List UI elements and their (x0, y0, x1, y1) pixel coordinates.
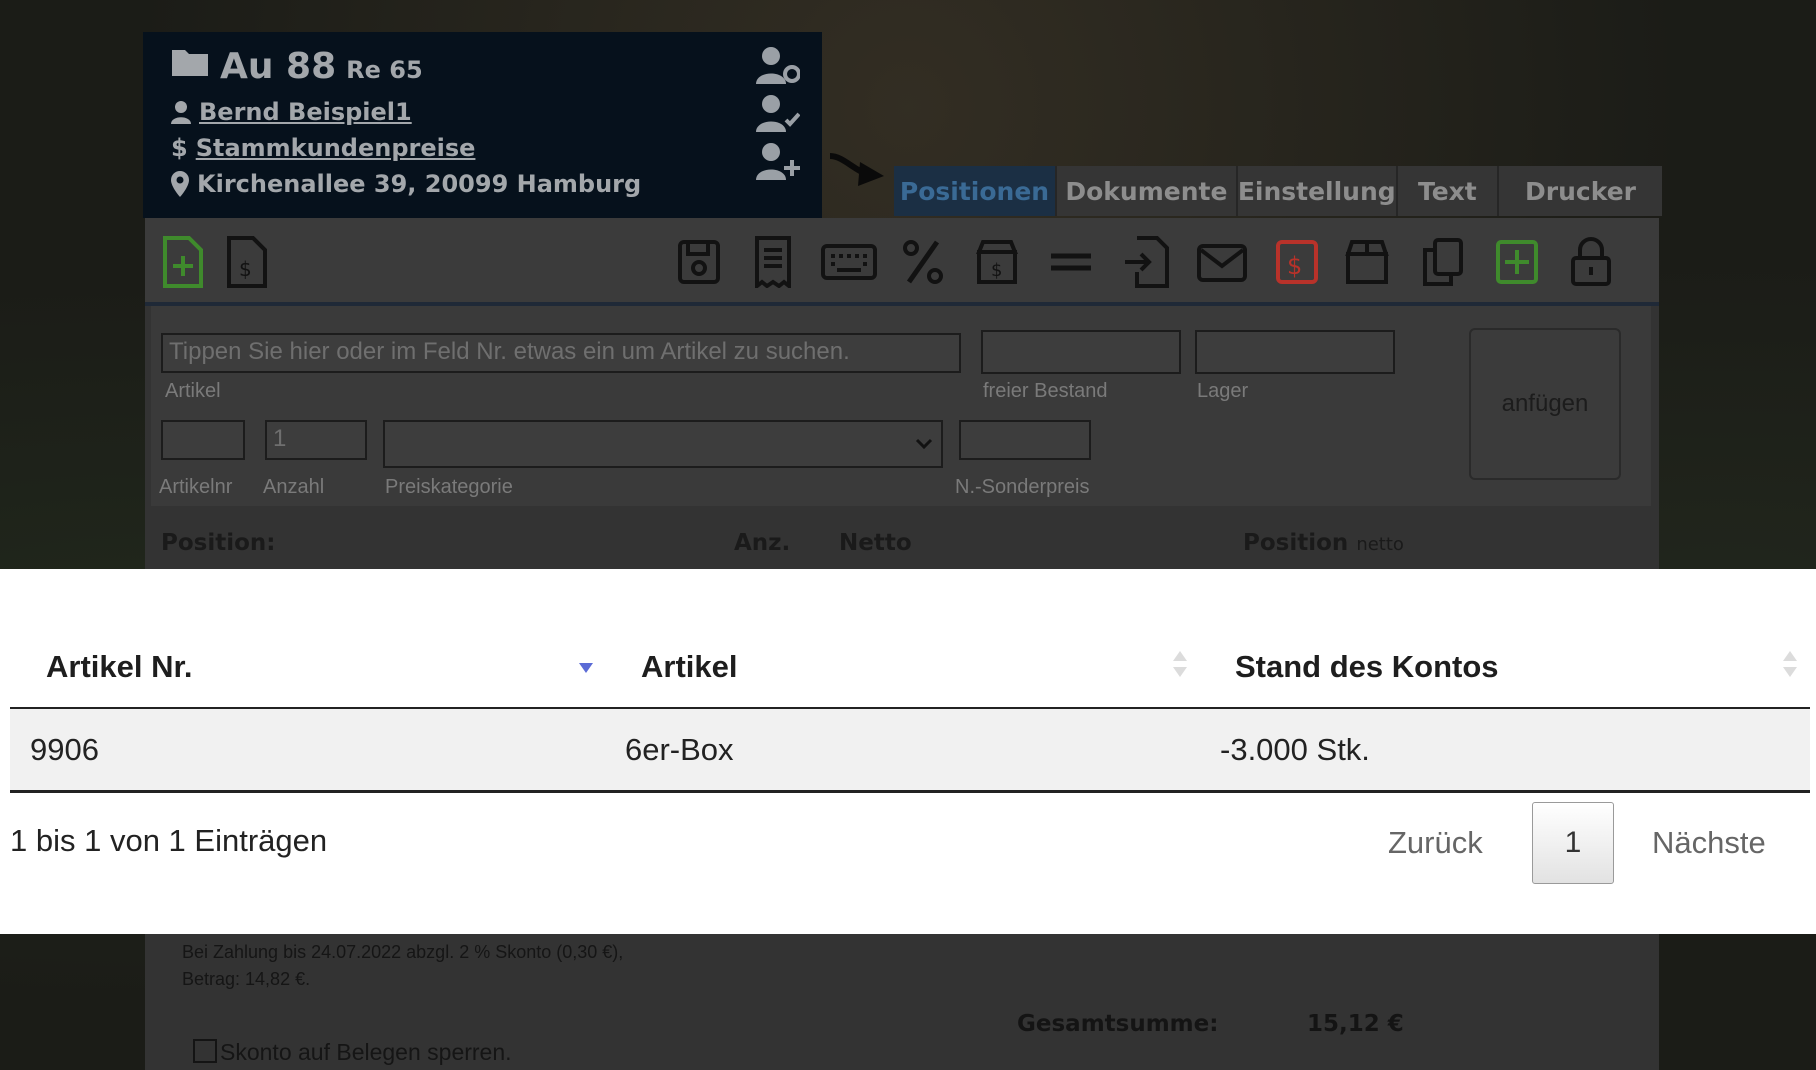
receipt-icon[interactable] (751, 236, 795, 288)
keyboard-icon[interactable] (821, 236, 877, 288)
total-label: Gesamtsumme: (1017, 1011, 1219, 1037)
special-price-label: N.-Sonderpreis (955, 476, 1090, 498)
dollar-box-icon[interactable]: $ (1275, 236, 1319, 288)
cell-article-number: 9906 (30, 732, 99, 767)
add-position-button[interactable]: anfügen (1469, 328, 1621, 480)
quantity-label: Anzahl (263, 476, 325, 498)
new-document-icon[interactable] (161, 236, 205, 288)
equals-icon[interactable] (1049, 236, 1093, 288)
table-info: 1 bis 1 von 1 Einträgen (10, 823, 328, 858)
user-settings-icon[interactable] (756, 46, 800, 84)
mail-icon[interactable] (1197, 236, 1247, 288)
quantity-column-header: Anz. (734, 530, 791, 556)
chevron-down-icon (915, 438, 933, 450)
warehouse-field[interactable] (1195, 330, 1395, 374)
address-row: Kirchenallee 39, 20099 Hamburg (171, 170, 641, 198)
document-number: Au 88 (220, 46, 337, 87)
tab-bar: Positionen Dokumente Einstellung Text Dr… (894, 166, 1662, 216)
article-lookup-table: Artikel Nr. Artikel Stand des Kontos 990… (0, 569, 1816, 934)
curved-arrow-icon (829, 153, 884, 186)
warehouse-label: Lager (1197, 380, 1249, 402)
special-price-input[interactable] (959, 420, 1091, 460)
add-square-icon[interactable] (1495, 236, 1539, 288)
invoice-document-icon[interactable]: $ (225, 236, 269, 288)
user-icon (171, 101, 191, 124)
cell-article: 6er-Box (625, 732, 734, 767)
sort-both-icon[interactable] (1781, 647, 1799, 681)
skonto-text-line2: Betrag: 14,82 €. (182, 969, 311, 989)
position-total-column-header: Position netto (1243, 530, 1404, 556)
price-group-row: $ Stammkundenpreise (171, 134, 475, 162)
price-category-select[interactable] (383, 420, 943, 468)
toolbar: $ $ $ (145, 218, 1659, 306)
customer-row: Bernd Beispiel1 (171, 98, 412, 126)
map-marker-icon (171, 171, 189, 197)
folder-icon (172, 50, 208, 76)
column-header-account-balance[interactable]: Stand des Kontos (1235, 649, 1499, 685)
svg-text:$: $ (991, 260, 1002, 281)
file-import-icon[interactable] (1125, 236, 1169, 288)
tab-drucker[interactable]: Drucker (1499, 166, 1662, 216)
percent-icon[interactable] (901, 236, 945, 288)
table-bottom-divider (10, 790, 1810, 793)
price-category-label: Preiskategorie (385, 476, 513, 498)
cell-account-balance: -3.000 Stk. (1220, 732, 1370, 767)
free-stock-field[interactable] (981, 330, 1181, 374)
svg-text:$: $ (1287, 252, 1302, 280)
tab-text[interactable]: Text (1398, 166, 1500, 216)
tab-einstellung[interactable]: Einstellung (1238, 166, 1398, 216)
archive-box-icon[interactable] (1345, 236, 1389, 288)
free-stock-label: freier Bestand (983, 380, 1108, 402)
lock-skonto-label: Skonto auf Belegen sperren. (220, 1039, 512, 1065)
tab-positionen[interactable]: Positionen (894, 166, 1057, 216)
net-column-header: Netto (839, 530, 912, 556)
tab-dokumente[interactable]: Dokumente (1057, 166, 1238, 216)
save-icon[interactable] (677, 236, 721, 288)
quantity-input[interactable]: 1 (265, 420, 367, 460)
sort-both-icon[interactable] (1171, 647, 1189, 681)
total-value: 15,12 € (1307, 1011, 1404, 1037)
document-sub-number: Re 65 (346, 56, 423, 84)
pagination-next[interactable]: Nächste (1652, 825, 1766, 861)
cash-box-icon[interactable]: $ (975, 236, 1019, 288)
column-header-article-number[interactable]: Artikel Nr. (46, 649, 192, 685)
price-group-link[interactable]: Stammkundenpreise (196, 134, 476, 162)
lock-icon[interactable] (1569, 236, 1613, 288)
pagination-current-page[interactable]: 1 (1532, 802, 1614, 884)
copy-icon[interactable] (1421, 236, 1465, 288)
customer-link[interactable]: Bernd Beispiel1 (199, 98, 412, 126)
user-add-icon[interactable] (756, 142, 800, 180)
document-title: Au 88 Re 65 (170, 46, 423, 87)
article-label: Artikel (165, 380, 221, 402)
skonto-text-line1: Bei Zahlung bis 24.07.2022 abzgl. 2 % Sk… (182, 942, 624, 962)
article-number-label: Artikelnr (159, 476, 233, 498)
sort-desc-icon[interactable] (577, 647, 595, 681)
column-header-article[interactable]: Artikel (641, 649, 737, 685)
article-form: Tippen Sie hier oder im Feld Nr. etwas e… (151, 306, 1651, 506)
address-text: Kirchenallee 39, 20099 Hamburg (197, 170, 642, 198)
document-header: Au 88 Re 65 Bernd Beispiel1 $ Stammkunde… (143, 32, 822, 218)
table-row[interactable]: 9906 6er-Box -3.000 Stk. (10, 709, 1810, 791)
position-column-header: Position: (161, 530, 276, 556)
article-search-input[interactable]: Tippen Sie hier oder im Feld Nr. etwas e… (161, 333, 961, 373)
article-number-input[interactable] (161, 420, 245, 460)
user-check-icon[interactable] (756, 94, 800, 132)
lock-skonto-checkbox[interactable] (193, 1039, 217, 1063)
pagination-previous[interactable]: Zurück (1388, 825, 1483, 861)
svg-text:$: $ (239, 257, 252, 281)
dollar-icon: $ (171, 134, 188, 162)
